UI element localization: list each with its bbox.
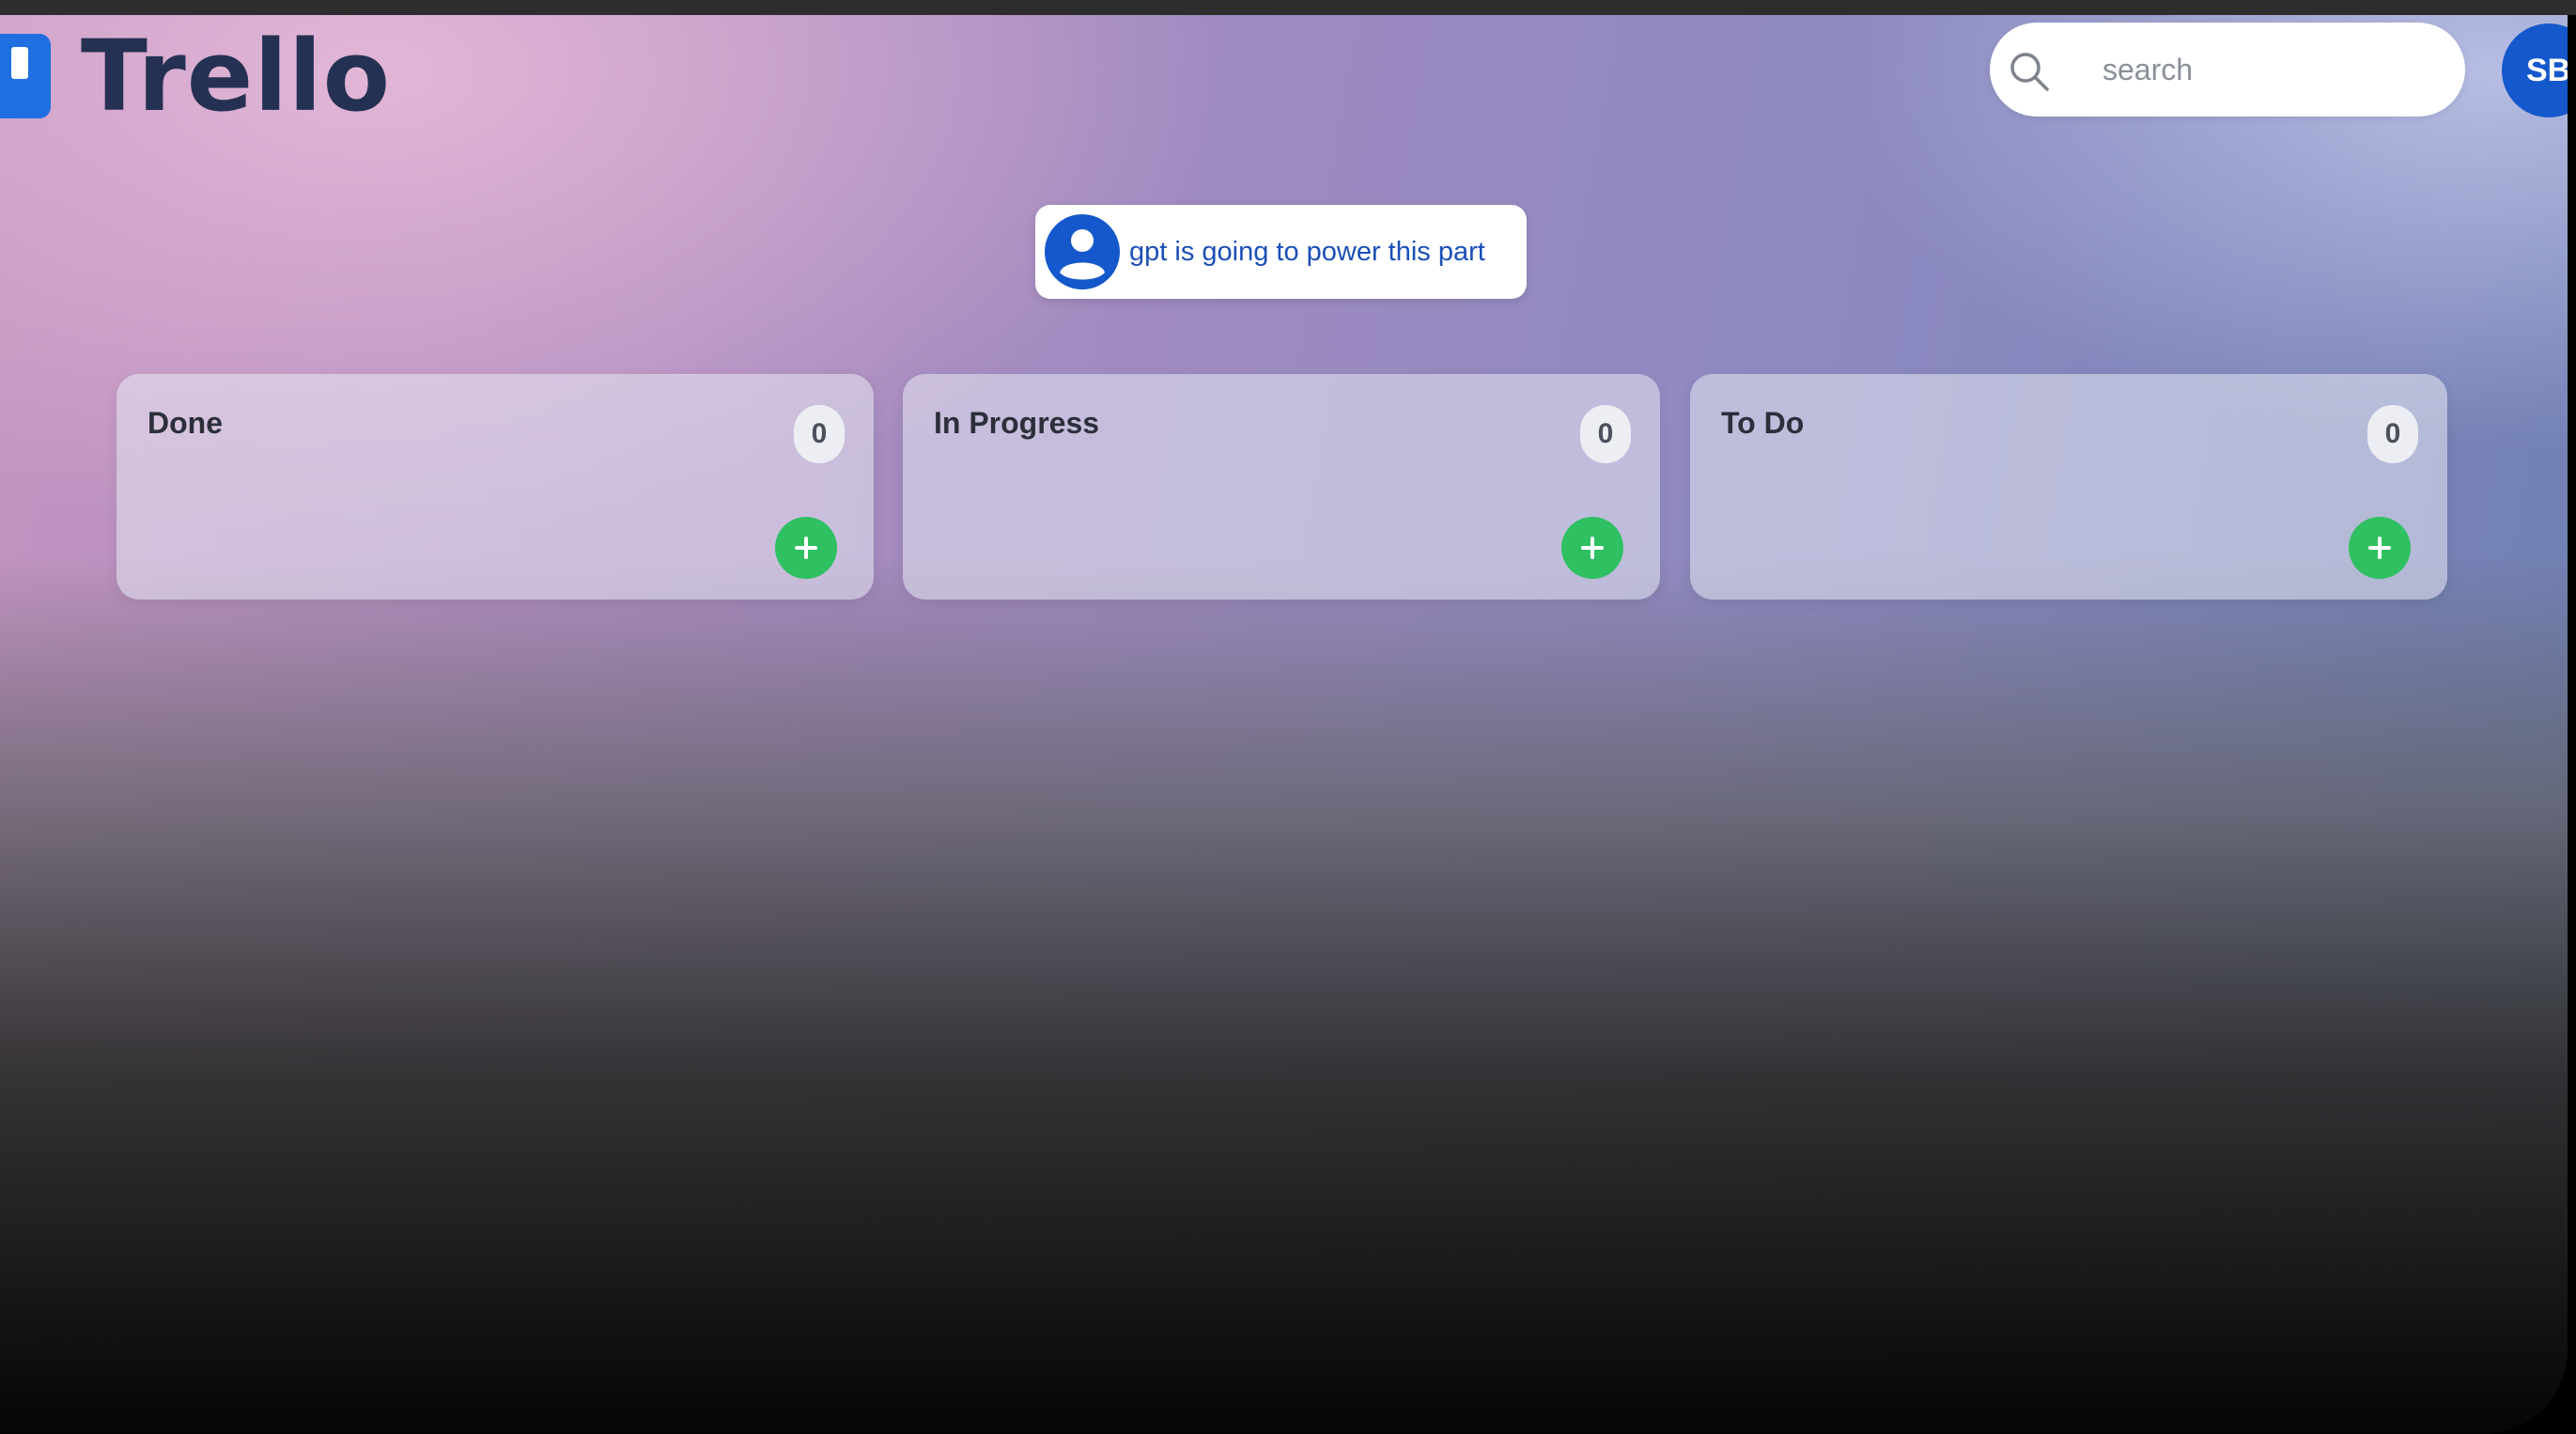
column-to-do: To Do 0 <box>1690 374 2447 600</box>
plus-icon <box>2368 537 2391 559</box>
user-avatar[interactable]: SB <box>2502 23 2568 117</box>
column-title: Done <box>147 406 223 440</box>
plus-icon <box>1581 537 1604 559</box>
gpt-banner: gpt is going to power this part <box>1035 205 1527 299</box>
banner-text: gpt is going to power this part <box>1129 236 1485 267</box>
column-count-badge: 0 <box>2367 405 2418 463</box>
column-in-progress: In Progress 0 <box>903 374 1660 600</box>
add-card-button[interactable] <box>775 517 837 579</box>
add-card-button[interactable] <box>1561 517 1623 579</box>
window-top-bar <box>0 0 2576 15</box>
column-title: In Progress <box>934 406 1100 440</box>
plus-icon <box>795 537 817 559</box>
trello-logo[interactable]: Trello <box>0 24 391 128</box>
avatar-initials: SB <box>2526 52 2568 88</box>
column-count-badge: 0 <box>1580 405 1631 463</box>
screen: Trello SB gpt is going to power this par… <box>0 0 2576 1434</box>
app-window: Trello SB gpt is going to power this par… <box>0 15 2568 1434</box>
search-bar[interactable] <box>1990 23 2465 117</box>
add-card-button[interactable] <box>2349 517 2411 579</box>
column-done: Done 0 <box>116 374 874 600</box>
column-title: To Do <box>1721 406 1805 440</box>
search-input[interactable] <box>2101 41 2439 98</box>
search-icon <box>2010 53 2049 91</box>
logo-text: Trello <box>81 19 392 133</box>
column-count-badge: 0 <box>794 405 845 463</box>
trello-logo-icon <box>0 34 51 118</box>
user-circle-icon <box>1045 214 1120 289</box>
